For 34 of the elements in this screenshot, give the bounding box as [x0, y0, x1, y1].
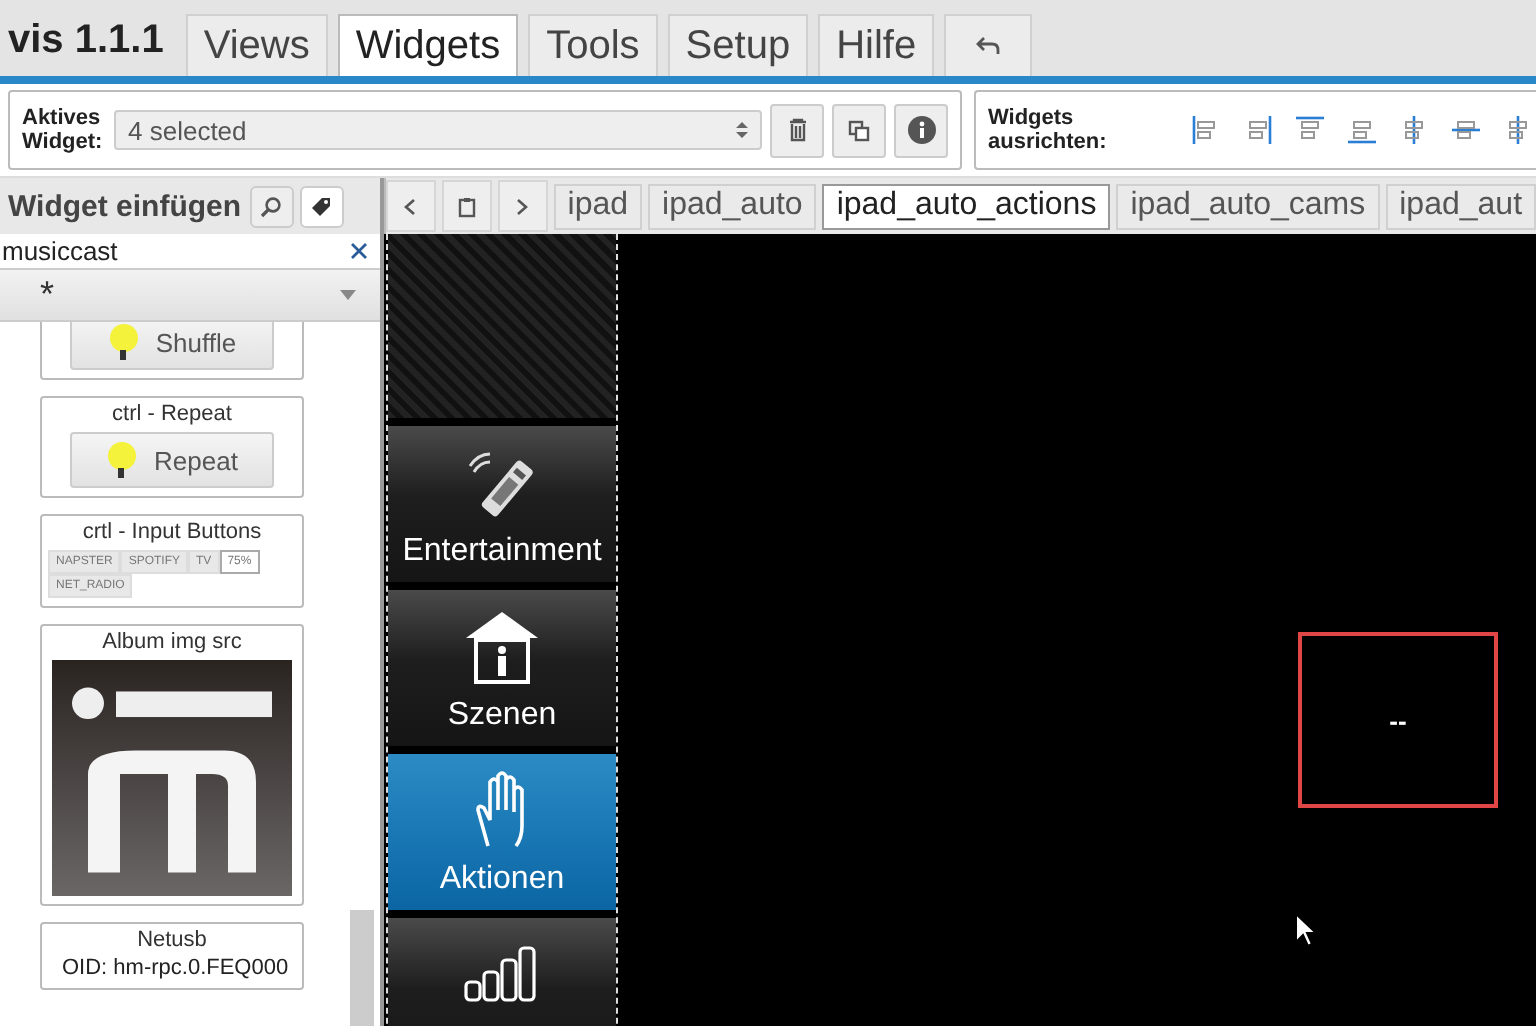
active-widget-label: Aktives Widget: — [22, 106, 105, 154]
widget-title: ctrl - Repeat — [112, 402, 232, 426]
view-tab[interactable]: ipad_auto — [648, 183, 817, 229]
widget-text: OID: hm-rpc.0.FEQ000 — [60, 956, 289, 980]
palette-title: Widget einfügen — [8, 189, 242, 223]
widget-preview-button: Shuffle — [70, 322, 274, 370]
widget-card[interactable]: Album img src — [40, 624, 304, 906]
widget-title: Album img src — [102, 630, 242, 654]
view-tab[interactable]: ipad_aut — [1385, 183, 1536, 229]
nav-tile[interactable]: Aktionen — [388, 754, 616, 910]
widget-set-select[interactable]: * — [0, 270, 380, 322]
app-title: vis 1.1.1 — [8, 16, 164, 64]
active-widget-select[interactable]: 4 selected — [114, 110, 762, 150]
nav-label: Aktionen — [439, 862, 565, 898]
nav-tile[interactable]: Szenen — [388, 590, 616, 746]
menu-tab[interactable]: Widgets — [337, 14, 519, 76]
view-tab[interactable]: ipad_auto_cams — [1116, 183, 1380, 229]
menu-tab[interactable]: Tools — [528, 14, 658, 76]
widget-card[interactable]: Shuffle — [40, 322, 304, 380]
view-tab[interactable]: ipad — [553, 183, 643, 229]
nav-label: Entertainment — [402, 534, 602, 570]
menu-tab[interactable]: Views — [185, 14, 328, 76]
widget-preview-button: Repeat — [70, 432, 274, 488]
menu-tab[interactable]: Hilfe — [818, 14, 935, 76]
widget-card[interactable]: Netusb OID: hm-rpc.0.FEQ000 — [40, 922, 304, 990]
nav-tile[interactable]: Entertainment — [388, 426, 616, 582]
widget-title: crtl - Input Buttons — [82, 520, 262, 544]
menu-tab[interactable]: Setup — [667, 14, 809, 76]
widget-title: Netusb — [137, 928, 207, 952]
nav-label: Szenen — [447, 698, 557, 734]
align-label: Widgets ausrichten: — [988, 106, 1109, 154]
value-widget: -- — [1298, 632, 1498, 808]
view-tab[interactable]: ipad_auto_actions — [822, 183, 1111, 229]
widget-card[interactable]: ctrl - Repeat Repeat — [40, 396, 304, 498]
